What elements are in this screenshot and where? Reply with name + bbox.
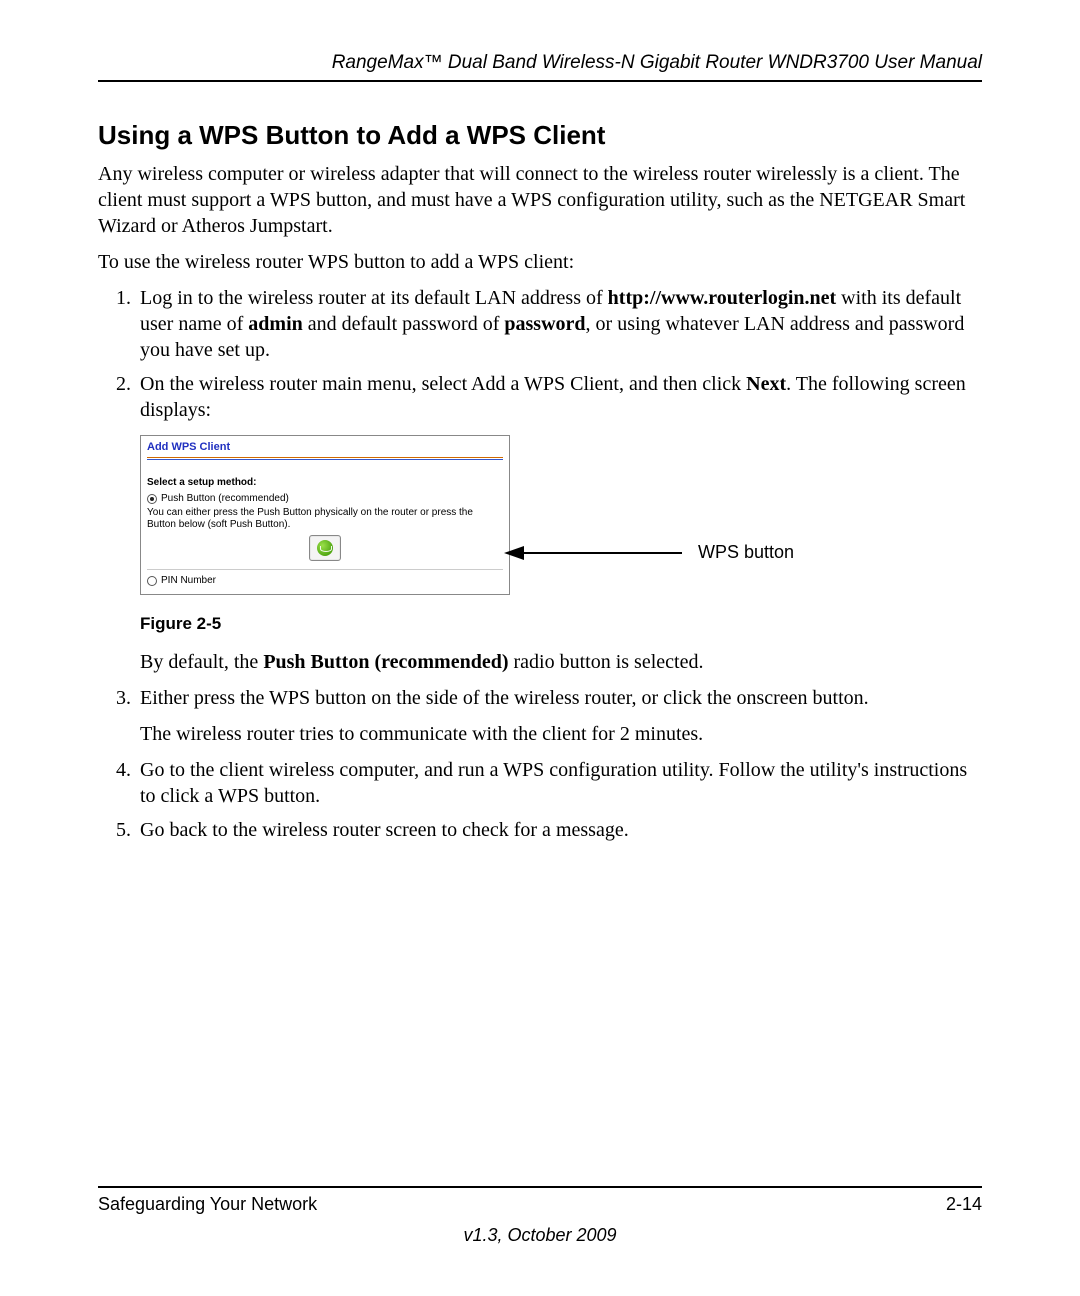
step-2-sub-a: By default, the bbox=[140, 651, 263, 673]
section-intro: Any wireless computer or wireless adapte… bbox=[98, 161, 982, 239]
radio-push-label: Push Button (recommended) bbox=[161, 492, 289, 505]
step-2-text-a: On the wireless router main menu, select… bbox=[140, 373, 746, 395]
step-1: Log in to the wireless router at its def… bbox=[136, 285, 982, 363]
step-3-text: Either press the WPS button on the side … bbox=[140, 687, 869, 709]
select-method-label: Select a setup method: bbox=[147, 476, 503, 489]
step-3-sub: The wireless router tries to communicate… bbox=[140, 721, 982, 747]
footer-page-number: 2-14 bbox=[946, 1194, 982, 1215]
callout: WPS button bbox=[504, 541, 794, 564]
divider bbox=[147, 457, 503, 458]
step-4: Go to the client wireless computer, and … bbox=[136, 757, 982, 809]
footer-version: v1.3, October 2009 bbox=[98, 1225, 982, 1246]
step-1-password: password bbox=[504, 313, 585, 335]
add-wps-client-dialog: Add WPS Client Select a setup method: Pu… bbox=[140, 435, 510, 595]
dialog-title: Add WPS Client bbox=[147, 439, 503, 457]
step-2-sub: By default, the Push Button (recommended… bbox=[140, 649, 982, 675]
divider bbox=[147, 459, 503, 460]
step-2: On the wireless router main menu, select… bbox=[136, 371, 982, 675]
step-5: Go back to the wireless router screen to… bbox=[136, 817, 982, 843]
step-2-sub-b: radio button is selected. bbox=[509, 651, 704, 673]
wps-soft-button[interactable] bbox=[309, 535, 341, 561]
step-1-url: http://www.routerlogin.net bbox=[608, 287, 837, 309]
page-header: RangeMax™ Dual Band Wireless-N Gigabit R… bbox=[98, 52, 982, 82]
figure-caption: Figure 2-5 bbox=[140, 613, 982, 635]
footer-chapter: Safeguarding Your Network bbox=[98, 1194, 317, 1215]
callout-arrow-icon bbox=[504, 546, 684, 560]
step-1-text-c: and default password of bbox=[303, 313, 505, 335]
procedure-list: Log in to the wireless router at its def… bbox=[98, 285, 982, 843]
radio-push-button[interactable]: Push Button (recommended) bbox=[147, 492, 503, 505]
radio-pin-number[interactable]: PIN Number bbox=[147, 574, 503, 587]
section-heading: Using a WPS Button to Add a WPS Client bbox=[98, 120, 982, 151]
radio-selected-icon bbox=[147, 494, 157, 504]
callout-label: WPS button bbox=[698, 541, 794, 564]
step-1-admin: admin bbox=[248, 313, 302, 335]
section-leadin: To use the wireless router WPS button to… bbox=[98, 249, 982, 275]
page-footer: Safeguarding Your Network 2-14 v1.3, Oct… bbox=[98, 1186, 982, 1246]
figure-wrap: Add WPS Client Select a setup method: Pu… bbox=[140, 435, 982, 595]
step-3: Either press the WPS button on the side … bbox=[136, 685, 982, 747]
step-1-text-a: Log in to the wireless router at its def… bbox=[140, 287, 608, 309]
step-2-sub-bold: Push Button (recommended) bbox=[263, 651, 508, 673]
push-button-desc: You can either press the Push Button phy… bbox=[147, 507, 503, 531]
footer-rule bbox=[98, 1186, 982, 1188]
wps-icon bbox=[317, 540, 333, 556]
step-2-next: Next bbox=[746, 373, 786, 395]
radio-pin-label: PIN Number bbox=[161, 574, 216, 587]
radio-unselected-icon bbox=[147, 576, 157, 586]
